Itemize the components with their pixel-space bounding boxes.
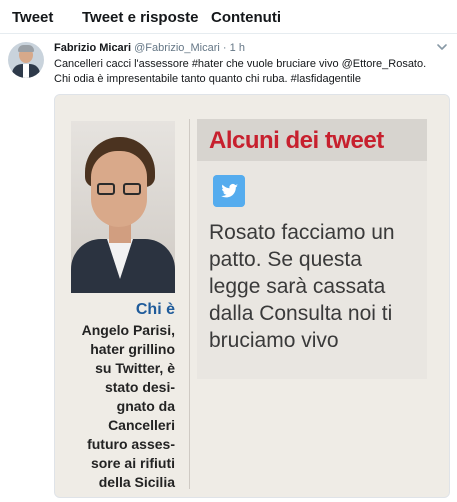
tweet-timestamp[interactable]: 1 h xyxy=(230,42,245,54)
tweet-header: Fabrizio Micari @Fabrizio_Micari · 1 h xyxy=(54,42,245,54)
side-heading: Chi è xyxy=(135,301,175,318)
tweet-media-image[interactable]: Chi è Angelo Parisi, hater grillino su T… xyxy=(54,94,450,498)
author-handle[interactable]: @Fabrizio_Micari xyxy=(134,42,220,54)
tab-tweets-and-replies[interactable]: Tweet e risposte xyxy=(82,9,198,26)
column-divider xyxy=(189,119,190,489)
tweet-text-line: Chi odia è impresentabile tanto quanto c… xyxy=(54,73,361,85)
bio-line: stato desi- xyxy=(104,379,175,395)
profile-tabs: Tweet Tweet e risposte Contenuti xyxy=(0,0,457,34)
meta-separator: · xyxy=(222,42,227,54)
bio-line: della Sicilia xyxy=(98,474,175,490)
portrait-photo xyxy=(71,121,175,293)
author-name[interactable]: Fabrizio Micari xyxy=(54,42,131,54)
twitter-bird-icon xyxy=(213,175,245,207)
tweet[interactable]: Fabrizio Micari @Fabrizio_Micari · 1 h C… xyxy=(0,34,457,502)
tab-tweets[interactable]: Tweet xyxy=(12,9,53,26)
chevron-down-icon[interactable] xyxy=(436,42,448,52)
quote-line: legge sarà cassata xyxy=(209,275,386,298)
bio-line: Angelo Parisi, xyxy=(81,322,175,338)
quote-line: patto. Se questa xyxy=(209,248,362,271)
tab-media[interactable]: Contenuti xyxy=(211,9,281,26)
box-title: Alcuni dei tweet xyxy=(209,127,384,154)
tweet-text: Cancelleri cacci l'assessore #hater che … xyxy=(54,57,450,87)
bio-line: Cancelleri xyxy=(108,417,175,433)
bio-text: Angelo Parisi, hater grillino su Twitter… xyxy=(71,321,175,492)
avatar[interactable] xyxy=(8,42,44,78)
bio-line: gnato da xyxy=(116,398,175,414)
tweets-box: Alcuni dei tweet Rosato facciamo un patt… xyxy=(197,119,427,379)
quote-line: Rosato facciamo un xyxy=(209,221,395,244)
bio-line: su Twitter, è xyxy=(95,360,175,376)
bio-line: futuro asses- xyxy=(87,436,175,452)
bio-line: sore ai rifiuti xyxy=(90,455,175,471)
quote-line: bruciamo vivo xyxy=(209,329,339,352)
tweet-text-line: Cancelleri cacci l'assessore #hater che … xyxy=(54,58,427,70)
bio-line: hater grillino xyxy=(90,341,175,357)
quote-line: dalla Consulta noi ti xyxy=(209,302,393,325)
quoted-tweet-text: Rosato facciamo un patto. Se questa legg… xyxy=(209,219,423,354)
box-header: Alcuni dei tweet xyxy=(197,119,427,161)
